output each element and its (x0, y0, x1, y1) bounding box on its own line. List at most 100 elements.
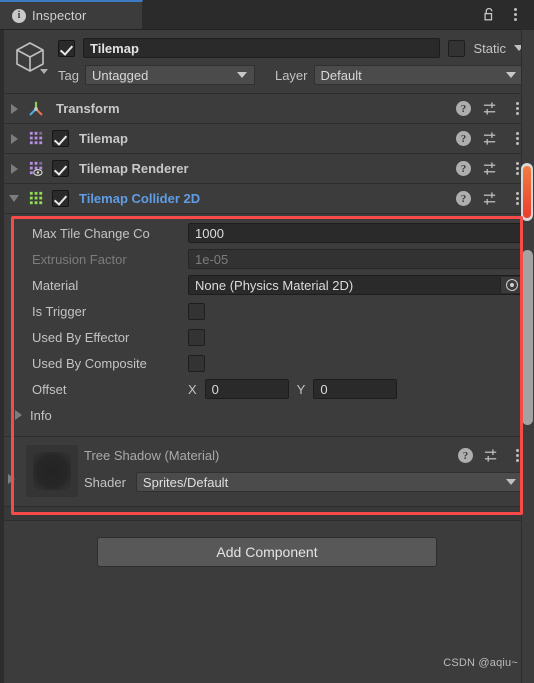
material-actions: ? (458, 448, 524, 463)
tilemap-renderer-foldout-toggle[interactable] (8, 163, 20, 174)
tilemap-collider-properties: Max Tile Change Co 1000 Extrusion Factor… (0, 214, 534, 437)
used-by-effector-label: Used By Effector (32, 329, 130, 345)
property-row-material: Material None (Physics Material 2D) (10, 272, 524, 298)
offset-x-label: X (188, 381, 197, 397)
layer-label: Layer (274, 67, 308, 83)
tilemap-grid-icon (26, 129, 46, 149)
info-foldout[interactable]: Info (10, 402, 524, 428)
preset-sliders-icon[interactable] (484, 448, 499, 463)
component-title: Tilemap Collider 2D (79, 191, 201, 206)
used-by-composite-checkbox[interactable] (188, 354, 205, 372)
max-tile-change-count-input[interactable]: 1000 (188, 223, 524, 243)
property-row-extrusion-factor: Extrusion Factor 1e-05 (10, 246, 524, 272)
component-title: Tilemap (79, 131, 128, 146)
static-checkbox[interactable] (448, 39, 466, 57)
shader-dropdown-value: Sprites/Default (142, 474, 229, 490)
gameobject-icon-wrap[interactable] (10, 38, 50, 82)
chevron-down-icon (506, 72, 516, 78)
component-title: Transform (56, 101, 120, 116)
shader-label: Shader (84, 474, 126, 490)
material-title: Tree Shadow (Material) (84, 448, 220, 463)
left-edge-shadow (0, 30, 4, 683)
chevron-down-icon (236, 72, 247, 78)
gameobject-tag-layer-row: Tag Untagged Layer Default (58, 65, 524, 85)
unity-inspector-window: i Inspector Tilemap Static Tag Untagged … (0, 0, 534, 683)
property-row-is-trigger: Is Trigger (10, 298, 524, 324)
help-question-icon[interactable]: ? (456, 191, 471, 206)
component-actions: ? (456, 131, 524, 146)
offset-y-input[interactable]: 0 (313, 379, 398, 399)
is-trigger-checkbox[interactable] (188, 302, 205, 320)
component-row-tilemap[interactable]: Tilemap ? (0, 124, 534, 154)
layer-dropdown[interactable]: Default (313, 65, 524, 85)
component-actions: ? (456, 191, 524, 206)
extrusion-factor-input: 1e-05 (188, 249, 524, 269)
inspector-tab-bar: i Inspector (0, 0, 534, 30)
tilemap-collider-icon (26, 189, 46, 209)
kebab-menu-icon[interactable] (508, 7, 522, 22)
component-row-tilemap-renderer[interactable]: Tilemap Renderer ? (0, 154, 534, 184)
gameobject-name-row: Tilemap Static (58, 38, 524, 58)
preset-sliders-icon[interactable] (483, 101, 498, 116)
extrusion-factor-label: Extrusion Factor (32, 251, 127, 267)
watermark-text: CSDN @aqiu~ (443, 657, 518, 669)
gameobject-name-input[interactable]: Tilemap (83, 38, 441, 58)
component-actions: ? (456, 101, 524, 116)
material-details: Tree Shadow (Material) ? Shader Sprites/… (84, 445, 524, 498)
object-picker-icon[interactable] (500, 277, 522, 293)
material-object-field[interactable]: None (Physics Material 2D) (188, 275, 524, 295)
gameobject-enabled-checkbox[interactable] (58, 39, 75, 57)
offset-y-label: Y (296, 381, 306, 397)
help-question-icon[interactable]: ? (456, 161, 471, 176)
secondary-scrollbar-thumb[interactable] (523, 166, 531, 218)
transform-foldout-toggle[interactable] (8, 103, 20, 114)
max-tile-change-count-label: Max Tile Change Co (32, 225, 150, 241)
vertical-scrollbar-thumb[interactable] (522, 250, 533, 425)
preset-sliders-icon[interactable] (483, 191, 498, 206)
tilemap-foldout-toggle[interactable] (8, 133, 20, 144)
used-by-effector-checkbox[interactable] (188, 328, 205, 346)
material-inspector-block: Tree Shadow (Material) ? Shader Sprites/… (0, 437, 534, 507)
tilemap-collider-foldout-toggle[interactable] (8, 195, 20, 202)
tilemap-enabled-checkbox[interactable] (52, 130, 69, 147)
add-component-button[interactable]: Add Component (97, 537, 437, 567)
offset-fields: X 0 Y 0 (188, 379, 524, 399)
shader-dropdown[interactable]: Sprites/Default (135, 472, 524, 492)
tilemap-renderer-enabled-checkbox[interactable] (52, 160, 69, 177)
component-row-tilemap-collider-2d[interactable]: Tilemap Collider 2D ? (0, 184, 534, 214)
gameobject-header: Tilemap Static Tag Untagged Layer Defaul… (0, 30, 534, 94)
help-question-icon[interactable]: ? (456, 101, 471, 116)
component-row-transform[interactable]: Transform ? (0, 94, 534, 124)
component-gap-strip (0, 507, 534, 521)
property-row-max-tile-change-count: Max Tile Change Co 1000 (10, 220, 524, 246)
material-value: None (Physics Material 2D) (195, 277, 354, 293)
shader-row: Shader Sprites/Default (84, 472, 524, 492)
offset-label: Offset (32, 381, 67, 397)
tag-dropdown-value: Untagged (91, 67, 149, 83)
material-preview-thumbnail (26, 445, 78, 497)
material-foldout-toggle[interactable] (8, 445, 20, 498)
tilemap-collider-enabled-checkbox[interactable] (52, 190, 69, 207)
tag-dropdown[interactable]: Untagged (84, 65, 255, 85)
tag-label: Tag (58, 67, 79, 83)
is-trigger-label: Is Trigger (32, 303, 87, 319)
layer-dropdown-value: Default (320, 67, 362, 83)
offset-x-input[interactable]: 0 (204, 379, 289, 399)
chevron-down-icon[interactable] (40, 69, 48, 74)
preset-sliders-icon[interactable] (483, 161, 498, 176)
property-row-offset: Offset X 0 Y 0 (10, 376, 524, 402)
used-by-composite-label: Used By Composite (32, 355, 147, 371)
property-row-used-by-effector: Used By Effector (10, 324, 524, 350)
unlocked-padlock-icon[interactable] (482, 7, 496, 22)
tab-inspector-label: Inspector (32, 8, 87, 23)
component-actions: ? (456, 161, 524, 176)
tab-inspector[interactable]: i Inspector (0, 0, 143, 29)
tilemap-renderer-icon (26, 159, 46, 179)
material-title-row: Tree Shadow (Material) ? (84, 448, 524, 463)
property-row-used-by-composite: Used By Composite (10, 350, 524, 376)
help-question-icon[interactable]: ? (458, 448, 473, 463)
help-question-icon[interactable]: ? (456, 131, 471, 146)
preset-sliders-icon[interactable] (483, 131, 498, 146)
info-foldout-toggle[interactable] (12, 410, 24, 420)
static-label: Static (473, 40, 506, 56)
